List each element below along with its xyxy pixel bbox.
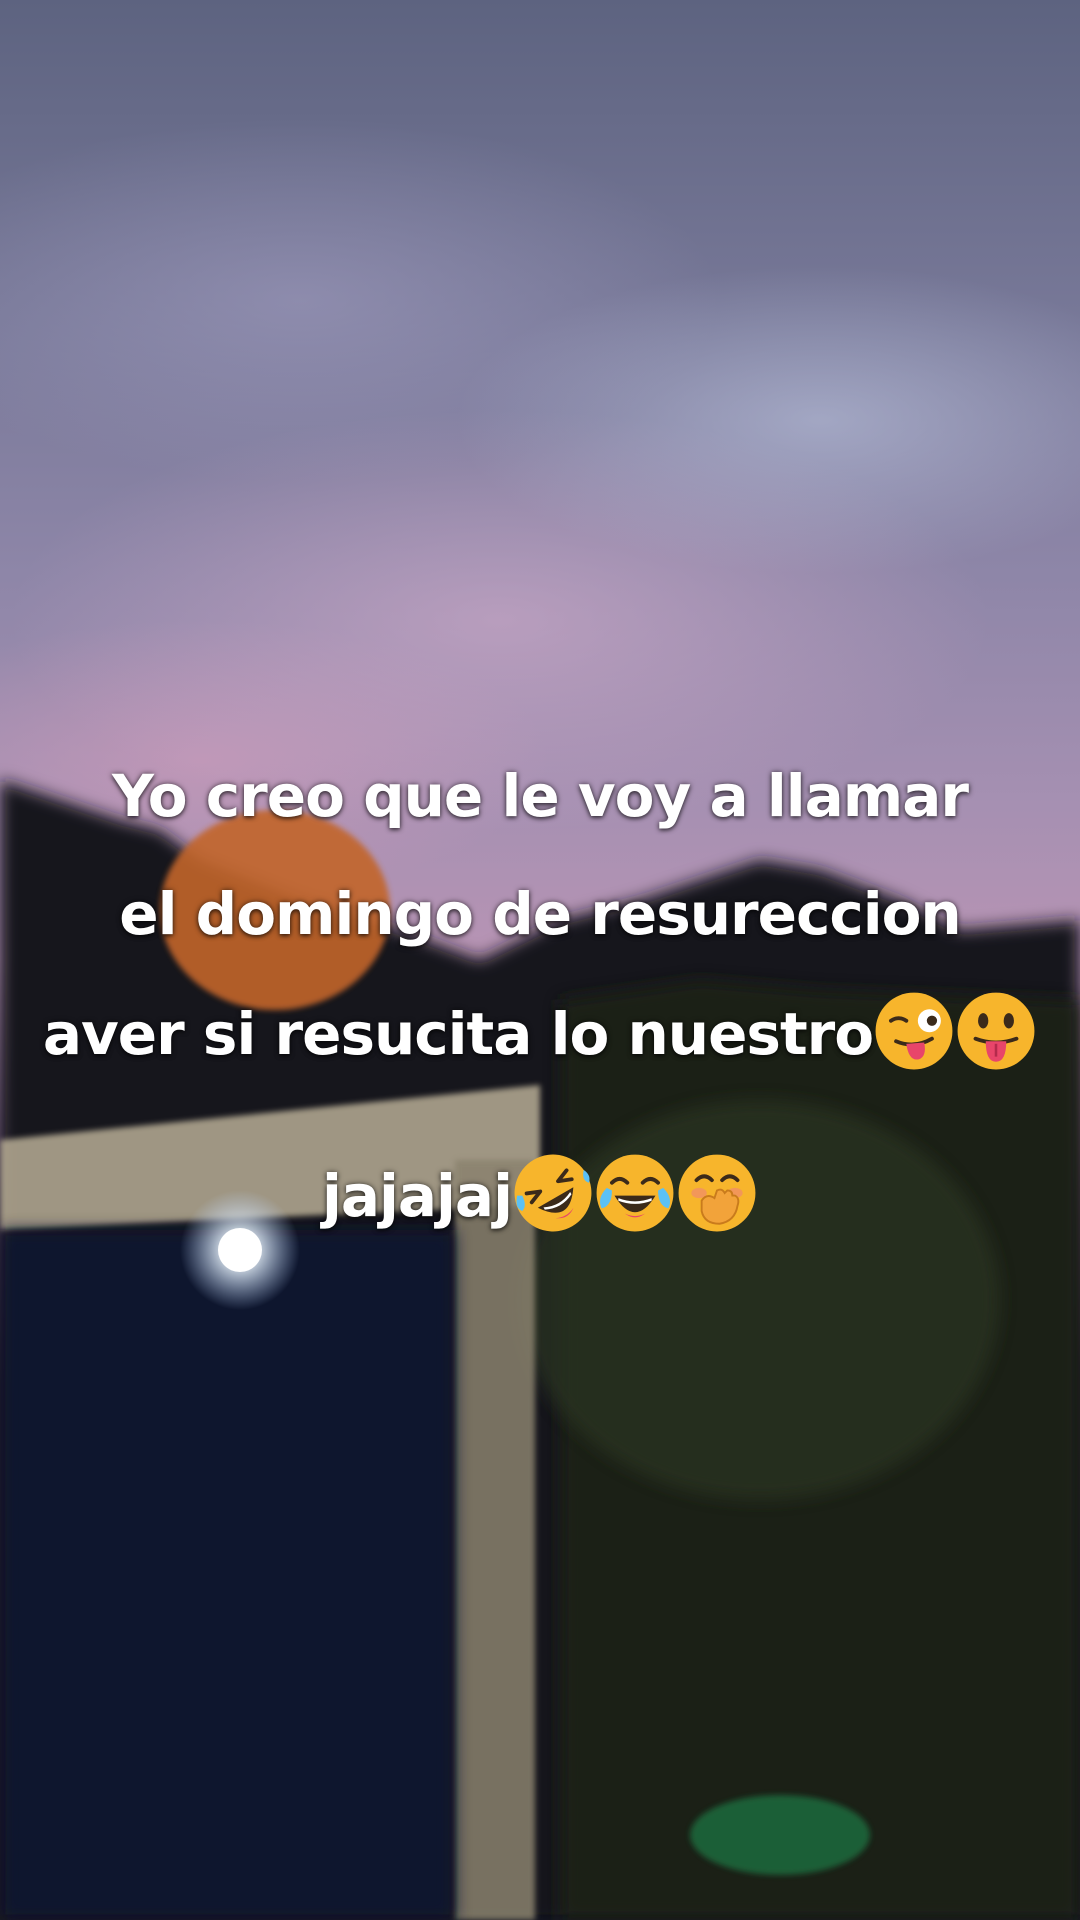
caption-line-3: aver si resucita lo nuestro [0,990,1080,1072]
green-object [690,1795,870,1875]
caption-line-2-text: el domingo de resureccion [119,880,961,948]
caption-line-1: Yo creo que le voy a llamar [0,762,1080,830]
winking-face-with-tongue-icon [875,992,953,1070]
caption-line-3-text: aver si resucita lo nuestro [42,1000,874,1068]
caption-line-2: el domingo de resureccion [0,880,1080,948]
photo-frame: Yo creo que le voy a llamar el domingo d… [0,0,1080,1920]
scene-silhouettes [0,780,1080,1920]
rolling-on-floor-laughing-icon [514,1154,592,1232]
porch-post [455,1160,535,1920]
caption-line-1-text: Yo creo que le voy a llamar [112,762,969,830]
face-with-hand-over-mouth-icon [678,1154,756,1232]
caption-line-4-text: jajajaj [322,1162,513,1230]
face-with-tears-of-joy-icon [596,1154,674,1232]
porch-interior [0,1230,455,1920]
face-with-tongue-icon [957,992,1035,1070]
caption-line-4: jajajaj [0,1152,1080,1234]
